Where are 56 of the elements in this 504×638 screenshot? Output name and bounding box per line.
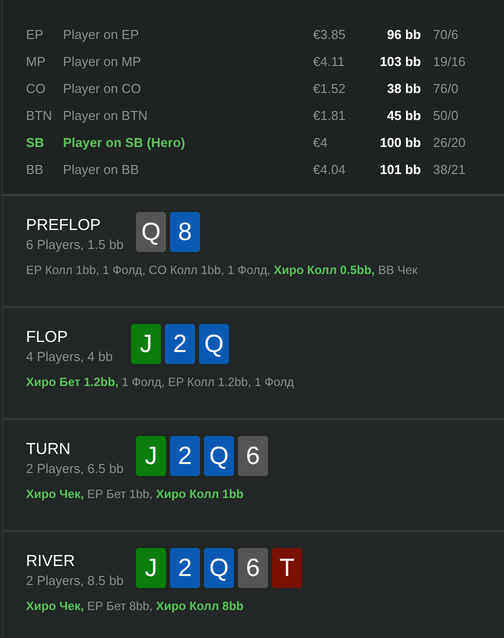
position-label: BB xyxy=(25,162,44,177)
position-label: SB xyxy=(25,135,46,150)
player-name: Player on MP xyxy=(63,54,142,69)
playing-card: 6 xyxy=(238,436,268,476)
player-stack: 101 bb xyxy=(378,162,421,177)
playing-card: 2 xyxy=(165,324,195,364)
player-stats: 38/21 xyxy=(432,162,466,177)
player-stack: 38 bb xyxy=(386,81,421,96)
playing-card: J xyxy=(136,548,166,588)
player-money: €4 xyxy=(313,135,328,150)
player-name: Player on CO xyxy=(63,81,142,96)
position-label: MP xyxy=(25,54,46,69)
street-title: TURN xyxy=(26,441,72,459)
player-name: Player on BTN xyxy=(63,108,149,123)
playing-card: Q xyxy=(204,548,234,588)
playing-card: J xyxy=(131,324,161,364)
playing-card: Q xyxy=(199,324,229,364)
position-label: BTN xyxy=(25,108,53,123)
player-stack: 45 bb xyxy=(386,108,421,123)
player-stats: 50/0 xyxy=(432,108,458,123)
player-stats: 70/6 xyxy=(432,27,458,42)
action-line: Хиро Чек, EP Бет 8bb, Хиро Колл 8bb xyxy=(26,599,245,613)
action-line: EP Колл 1bb, 1 Фолд, CO Колл 1bb, 1 Фолд, Хиро Колл 0.5bb, BB Чек xyxy=(26,263,418,277)
player-money: €4.11 xyxy=(313,54,346,69)
player-name: Player on EP xyxy=(63,27,140,42)
player-money: €1.81 xyxy=(313,108,347,123)
playing-card: T xyxy=(272,548,302,588)
player-stack: 100 bb xyxy=(378,135,421,150)
player-stats: 26/20 xyxy=(432,135,466,150)
street-summary: 6 Players, 1.5 bb xyxy=(26,237,125,252)
street-title: PREFLOP xyxy=(26,217,102,235)
player-stack: 103 bb xyxy=(378,54,421,69)
playing-card: J xyxy=(136,436,166,476)
player-stats: 19/16 xyxy=(432,54,466,69)
player-name: Player on SB (Hero) xyxy=(63,135,186,150)
player-money: €3.85 xyxy=(313,27,347,42)
action-line: Хиро Чек, EP Бет 1bb, Хиро Колл 1bb xyxy=(26,487,245,501)
street-summary: 2 Players, 6.5 bb xyxy=(26,461,125,476)
street-title: RIVER xyxy=(26,553,76,571)
player-money: €4.04 xyxy=(313,162,347,177)
street-title: FLOP xyxy=(26,329,69,347)
playing-card: 2 xyxy=(170,548,200,588)
action-line: Хиро Бет 1.2bb, 1 Фолд, EP Колл 1.2bb, 1 Фолд xyxy=(26,375,296,389)
playing-card: 6 xyxy=(238,548,268,588)
position-label: CO xyxy=(25,81,46,96)
player-name: Player on BB xyxy=(63,162,140,177)
playing-card: 2 xyxy=(170,436,200,476)
playing-card: Q xyxy=(136,212,166,252)
playing-card: 8 xyxy=(170,212,200,252)
player-stack: 96 bb xyxy=(386,27,421,42)
position-label: EP xyxy=(25,27,44,42)
player-money: €1.52 xyxy=(313,81,347,96)
street-summary: 4 Players, 4 bb xyxy=(26,349,114,364)
player-stats: 76/0 xyxy=(432,81,458,96)
playing-card: Q xyxy=(204,436,234,476)
street-summary: 2 Players, 8.5 bb xyxy=(26,573,125,588)
